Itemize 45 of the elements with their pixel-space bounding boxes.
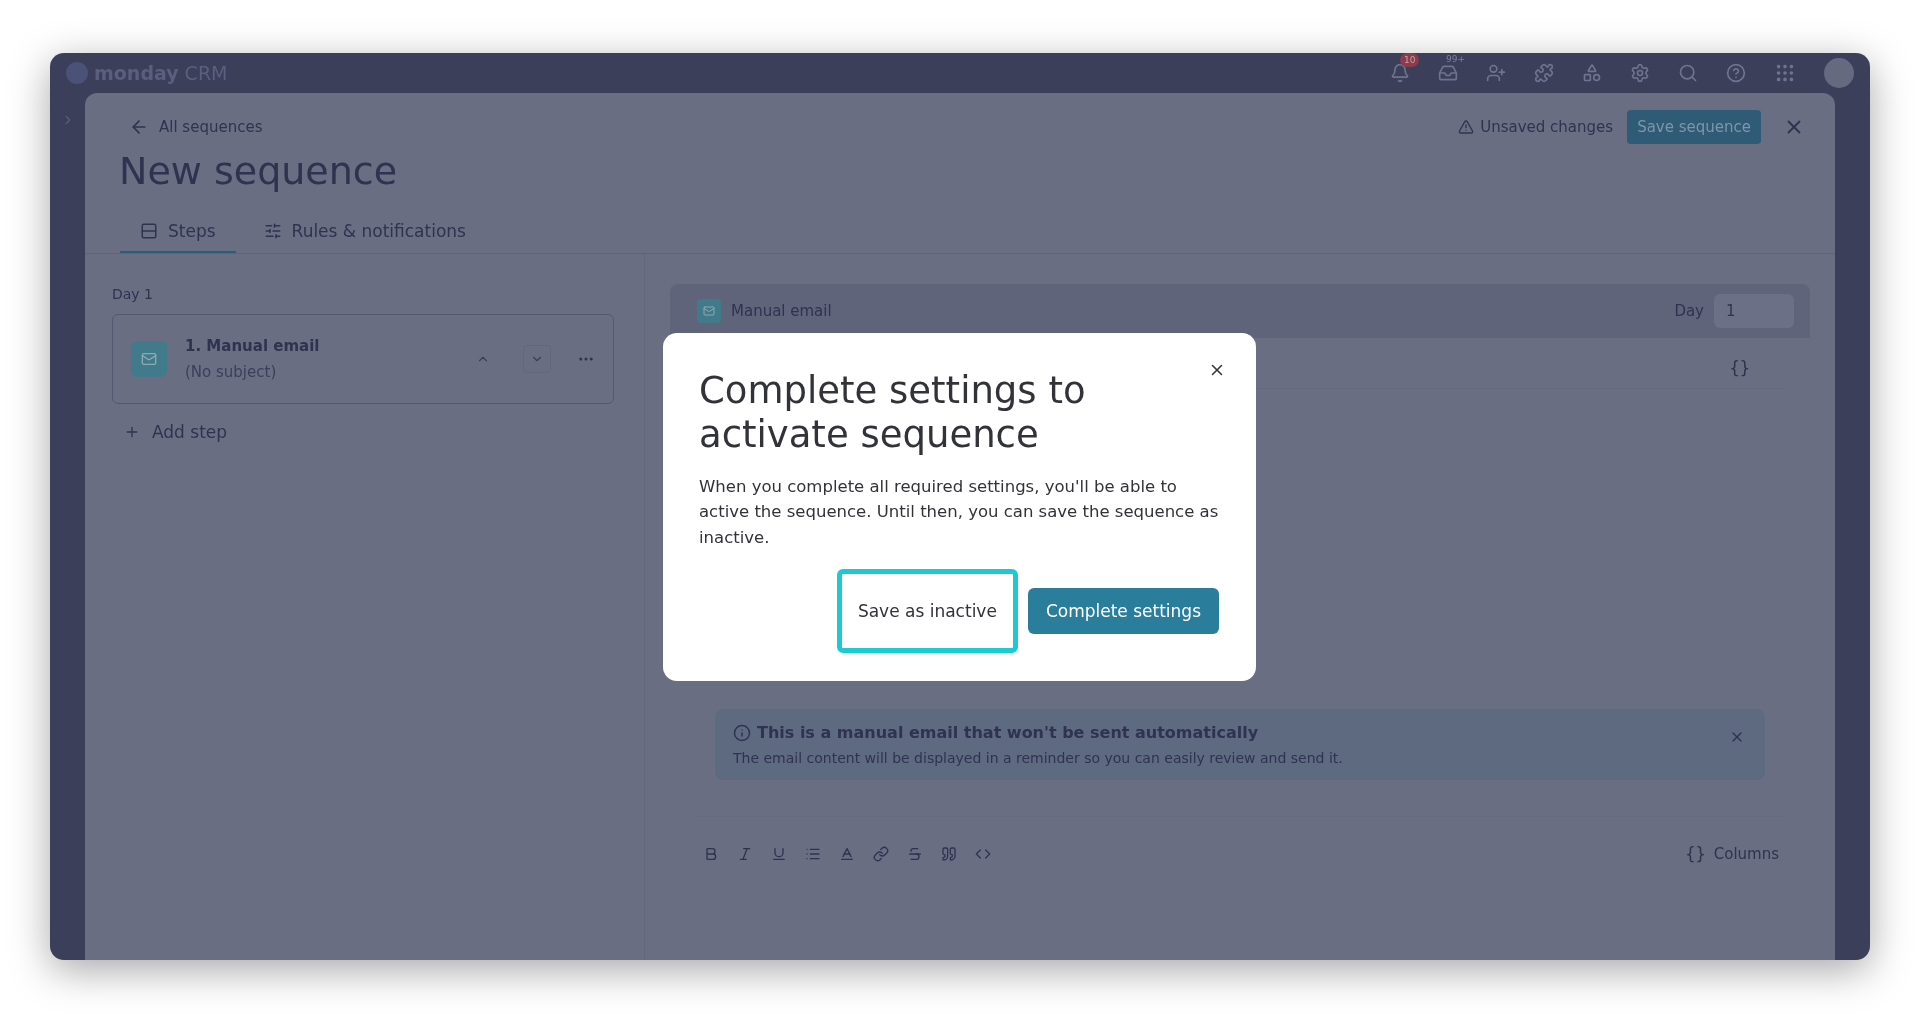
dialog-text: When you complete all required settings, you'll be able to active the sequence. Until then, you can save the sequence as inactive. [699,475,1219,549]
day-label: Day 1 [112,286,154,302]
avatar[interactable] [1824,58,1854,88]
add-step-button[interactable]: Add step [112,404,614,460]
day-input[interactable]: 1 [1714,294,1794,328]
columns-button[interactable]: {} Columns [1679,843,1785,865]
page-title: New sequence [118,148,399,193]
variables-symbol[interactable]: {} [1729,358,1750,378]
invite-user-icon[interactable] [1486,63,1506,83]
list-icon[interactable] [805,846,821,862]
search-icon[interactable] [1678,63,1698,83]
tab[interactable]: Steps [120,215,236,253]
sliders-icon [263,222,282,240]
step-title: 1. Manual email [185,337,321,355]
plus-icon [124,424,140,440]
settings-icon[interactable] [1630,63,1650,83]
mail-icon [697,299,721,323]
help-icon[interactable] [1726,63,1746,83]
bell-icon[interactable] [1390,63,1410,83]
rows-icon [140,222,158,240]
puzzle-icon[interactable] [1534,63,1554,83]
logo-icon [66,62,88,84]
apps-grid-icon[interactable] [1774,62,1796,84]
code-icon[interactable] [975,846,991,862]
tab[interactable]: Rules & notifications [243,215,486,253]
mail-icon [131,341,167,377]
bold-icon[interactable] [703,846,719,862]
quote-icon[interactable] [941,846,957,862]
notification-count: 10 [1400,53,1420,67]
link-icon[interactable] [873,846,889,862]
italic-icon[interactable] [737,846,753,862]
inbox-count: 99+ [1446,53,1465,65]
shapes-icon[interactable] [1582,63,1602,83]
unsaved-status: Unsaved changes [1458,118,1614,136]
warning-icon [1458,119,1475,135]
text-color-icon[interactable] [839,846,855,862]
back-link[interactable]: All sequences [129,117,1459,137]
dialog-title: Complete settings to activate sequence [699,369,1087,458]
save-sequence-button[interactable]: Save sequence [1627,110,1761,144]
move-down-button[interactable] [523,345,551,373]
inbox-icon[interactable] [1438,63,1458,83]
strikethrough-icon[interactable] [907,846,923,862]
underline-icon[interactable] [771,846,787,862]
info-icon [733,723,751,742]
complete-settings-button[interactable]: Complete settings [1027,588,1219,634]
